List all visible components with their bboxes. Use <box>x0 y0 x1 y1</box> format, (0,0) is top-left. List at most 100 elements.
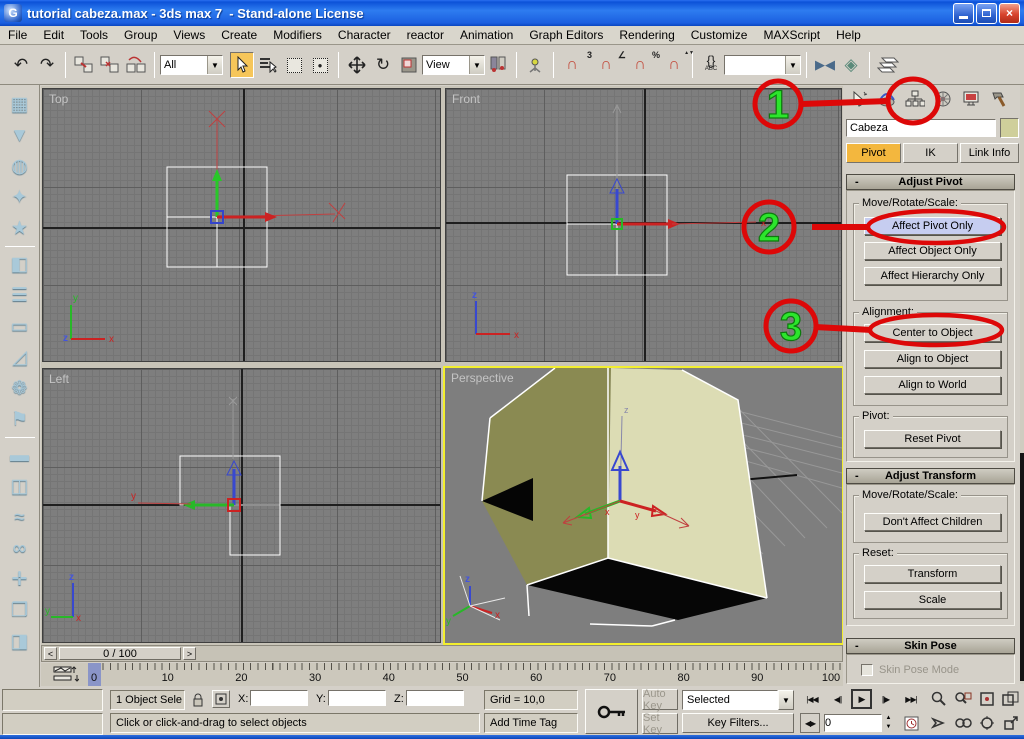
time-configuration-icon[interactable] <box>900 713 922 733</box>
close-button[interactable]: × <box>999 2 1020 24</box>
menu-item-help[interactable]: Help <box>828 26 869 44</box>
current-frame-field[interactable] <box>824 714 882 732</box>
rigid-body-collection-icon[interactable]: ▦ <box>4 89 36 120</box>
nav-zoom-icon[interactable] <box>928 689 950 709</box>
viewport-perspective-label[interactable]: Perspective <box>451 371 514 385</box>
go-to-start-button[interactable]: |◀◀ <box>800 689 824 709</box>
menu-item-reactor[interactable]: reactor <box>399 26 452 44</box>
key-mode-toggle-button[interactable]: ◀▶ <box>800 713 820 733</box>
viewport-top[interactable]: Top z x y <box>42 88 441 362</box>
panel-scrollbar-thumb[interactable] <box>1020 453 1024 681</box>
panel-scrollbar[interactable] <box>1020 85 1024 684</box>
menu-item-file[interactable]: File <box>0 26 35 44</box>
display-tab-icon[interactable] <box>957 87 985 111</box>
menu-item-character[interactable]: Character <box>330 26 399 44</box>
unlink-selection-icon[interactable] <box>98 52 122 78</box>
menu-item-rendering[interactable]: Rendering <box>611 26 682 44</box>
motion-tab-icon[interactable] <box>929 87 957 111</box>
angle-snap-icon[interactable]: ∩ ∠ <box>594 50 626 78</box>
go-to-end-button[interactable]: ▶▶| <box>899 689 923 709</box>
reset-scale-button[interactable]: Scale <box>864 591 1001 609</box>
time-slider-handle[interactable]: 0 / 100 <box>59 647 181 660</box>
named-selection-sets-dropdown[interactable]: ▼ <box>724 55 801 75</box>
previous-frame-button[interactable]: ◀|| <box>827 689 848 709</box>
percent-snap-icon[interactable]: ∩% <box>628 50 660 78</box>
set-keys-button[interactable] <box>585 689 638 734</box>
snap-toggle-3d-icon[interactable]: ∩ 3 <box>560 50 592 78</box>
toy-car-icon[interactable]: ▬ <box>4 440 36 471</box>
viewport-perspective[interactable]: Perspective z x y z x y <box>443 366 844 645</box>
ragdoll-icon[interactable]: ✛ <box>4 564 36 595</box>
select-and-manipulate-icon[interactable] <box>523 52 547 78</box>
align-to-world-button[interactable]: Align to World <box>864 376 1001 394</box>
selection-region-flyout-icon[interactable]: ● <box>308 52 332 78</box>
affect-pivot-only-button[interactable]: Affect Pivot Only <box>864 217 1001 235</box>
pin-icon[interactable]: ✦ <box>4 182 36 213</box>
key-filters-button[interactable]: Key Filters... <box>682 713 794 733</box>
selection-lock-icon[interactable] <box>190 691 206 709</box>
menu-item-maxscript[interactable]: MAXScript <box>755 26 828 44</box>
next-frame-button[interactable]: ||▶ <box>875 689 896 709</box>
select-and-move-icon[interactable] <box>345 52 369 78</box>
menu-item-views[interactable]: Views <box>165 26 213 44</box>
undo-icon[interactable]: ↶ <box>9 52 33 78</box>
mirror-icon[interactable]: ▶◀ <box>813 52 837 78</box>
set-key-button[interactable]: Set Key <box>642 712 678 736</box>
nav-fov-icon[interactable] <box>976 713 998 733</box>
maxscript-listener-pink[interactable] <box>2 689 103 711</box>
rollout-adjust-pivot-header[interactable]: - Adjust Pivot <box>846 174 1015 190</box>
utilities-tab-icon[interactable] <box>985 87 1013 111</box>
rollout-skin-pose-header[interactable]: - Skin Pose <box>846 638 1015 654</box>
select-and-link-icon[interactable] <box>72 52 96 78</box>
select-and-rotate-icon[interactable]: ↻ <box>371 52 395 78</box>
dont-affect-children-button[interactable]: Don't Affect Children <box>864 513 1001 531</box>
minimize-button[interactable] <box>953 2 974 24</box>
object-color-swatch[interactable] <box>1000 118 1019 138</box>
auto-key-button[interactable]: Auto Key <box>642 688 678 712</box>
object-name-field[interactable] <box>846 119 996 137</box>
spinner-snap-icon[interactable]: ∩ ▲▼ <box>662 50 694 78</box>
viewport-front[interactable]: Front x z x <box>445 88 842 362</box>
cloth-collection-icon[interactable]: ▼ <box>4 120 36 151</box>
viewport-left[interactable]: Left y z y x <box>42 368 441 643</box>
viewport-front-label[interactable]: Front <box>452 92 480 106</box>
frame-spinner[interactable]: ▲ ▼ <box>883 714 894 732</box>
selection-filter-dropdown[interactable]: All ▼ <box>160 55 223 75</box>
menu-item-modifiers[interactable]: Modifiers <box>265 26 330 44</box>
hierarchy-tab-icon[interactable] <box>901 87 929 111</box>
nav-zoom-all-icon[interactable] <box>952 689 974 709</box>
absolute-mode-toggle-icon[interactable] <box>212 690 230 708</box>
nav-zoom-extents-icon[interactable] <box>976 689 998 709</box>
tab-pivot[interactable]: Pivot <box>846 143 901 163</box>
hinge-icon[interactable]: ◿ <box>4 342 36 373</box>
reset-transform-button[interactable]: Transform <box>864 565 1001 583</box>
time-slider-prev-button[interactable]: < <box>44 647 57 660</box>
x-coordinate-field[interactable] <box>250 690 308 706</box>
faucet-icon[interactable]: ◨ <box>4 626 36 657</box>
select-by-name-icon[interactable] <box>256 52 280 78</box>
edit-named-selection-sets-icon[interactable]: {} ABC <box>699 52 723 78</box>
menu-item-graph-editors[interactable]: Graph Editors <box>521 26 611 44</box>
menu-item-group[interactable]: Group <box>116 26 165 44</box>
maxscript-listener-white[interactable] <box>2 713 103 735</box>
nav-arc-rotate-icon[interactable] <box>952 713 974 733</box>
z-coordinate-field[interactable] <box>406 690 464 706</box>
nav-min-max-toggle-icon[interactable] <box>1000 713 1022 733</box>
time-slider-next-button[interactable]: > <box>183 647 196 660</box>
water-icon[interactable]: ≈ <box>4 502 36 533</box>
menu-item-tools[interactable]: Tools <box>72 26 116 44</box>
y-coordinate-field[interactable] <box>328 690 386 706</box>
select-object-button[interactable] <box>230 52 254 78</box>
fracture-icon[interactable]: ◫ <box>4 471 36 502</box>
menu-item-animation[interactable]: Animation <box>452 26 521 44</box>
wall-icon[interactable]: ❒ <box>4 595 36 626</box>
key-filter-dropdown[interactable]: Selected ▼ <box>682 690 794 710</box>
align-to-object-button[interactable]: Align to Object <box>864 350 1001 368</box>
center-to-object-button[interactable]: Center to Object <box>864 324 1001 342</box>
reference-coordinate-dropdown[interactable]: View ▼ <box>422 55 485 75</box>
deforming-mesh-icon[interactable]: ★ <box>4 213 36 244</box>
create-tab-icon[interactable] <box>845 87 873 111</box>
use-pivot-point-center-icon[interactable] <box>486 52 510 78</box>
nav-zoom-extents-all-icon[interactable] <box>1000 689 1022 709</box>
bind-to-spacewarp-icon[interactable] <box>124 52 148 78</box>
